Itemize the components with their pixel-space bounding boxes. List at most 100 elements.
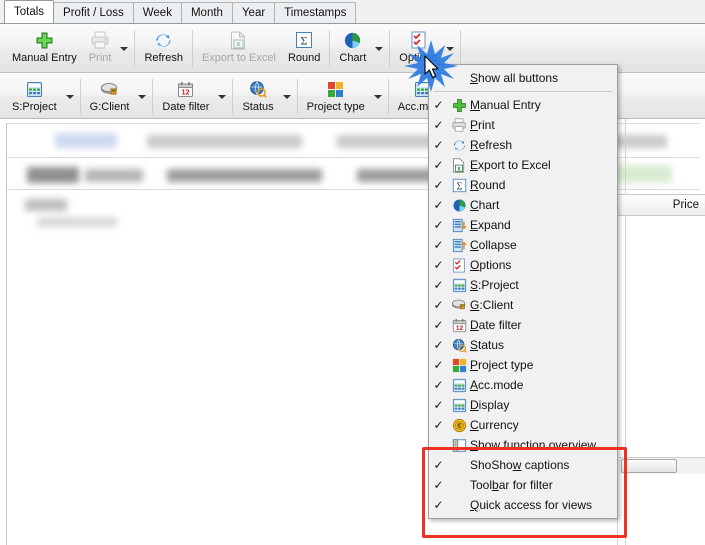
app-window: Totals Profit / Loss Week Month Year Tim… <box>0 0 705 545</box>
menu-item-toolbar-for-filter[interactable]: ✓ Toolbar for filter <box>429 475 617 495</box>
sigma-icon: Σ <box>448 178 470 193</box>
menu-item-label: S:Project <box>470 278 611 292</box>
toolbar-button-label: G:Client <box>90 101 130 113</box>
toolbar-button-s-project[interactable]: S:Project <box>6 75 63 118</box>
menu-check-mark: ✓ <box>429 118 448 132</box>
calendar-icon: 12 <box>448 318 470 333</box>
project-grid-icon <box>26 78 43 100</box>
menu-item-label: Chart <box>470 198 611 212</box>
print-dropdown-chevron-down-icon[interactable] <box>117 26 131 72</box>
toolbar-separator <box>389 30 390 68</box>
toolbar-button-print[interactable]: Print <box>83 26 118 72</box>
menu-item-chart[interactable]: ✓ Chart <box>429 195 617 215</box>
tab-label: Timestamps <box>284 7 346 19</box>
tab-profit-loss[interactable]: Profit / Loss <box>53 2 134 23</box>
tab-year[interactable]: Year <box>232 2 275 23</box>
menu-item-refresh[interactable]: ✓ Refresh <box>429 135 617 155</box>
menu-item-status[interactable]: ✓ Status <box>429 335 617 355</box>
tab-timestamps[interactable]: Timestamps <box>274 2 356 23</box>
menu-item-label: G:Client <box>470 298 611 312</box>
date-filter-dropdown-chevron-down-icon[interactable] <box>215 75 229 118</box>
printer-icon <box>90 29 110 51</box>
menu-item-options[interactable]: ✓ Options <box>429 255 617 275</box>
excel-export-icon: x <box>448 158 470 173</box>
toolbar-separator <box>297 79 298 114</box>
toolbar-button-date-filter[interactable]: 12 Date filter <box>156 75 215 118</box>
project-type-dropdown-chevron-down-icon[interactable] <box>371 75 385 118</box>
menu-item-label: Collapse <box>470 238 611 252</box>
status-dropdown-chevron-down-icon[interactable] <box>280 75 294 118</box>
g-client-dropdown-chevron-down-icon[interactable] <box>135 75 149 118</box>
tab-totals[interactable]: Totals <box>4 0 54 23</box>
menu-check-mark: ✓ <box>429 458 448 472</box>
toolbar-button-label: Round <box>288 52 320 64</box>
menu-check-mark: ✓ <box>429 338 448 352</box>
toolbar-button-manual-entry[interactable]: Manual Entry <box>6 26 83 72</box>
scrollbar-thumb[interactable] <box>621 459 677 473</box>
sigma-icon: Σ <box>295 29 313 51</box>
printer-icon <box>448 118 470 132</box>
menu-item-date-filter[interactable]: ✓ 12 Date filter <box>429 315 617 335</box>
currency-coin-icon: € <box>448 418 470 433</box>
toolbar-button-g-client[interactable]: G:Client <box>84 75 136 118</box>
display-grid-icon <box>448 398 470 413</box>
pie-chart-icon <box>343 29 362 51</box>
menu-item-currency[interactable]: ✓ € Currency <box>429 415 617 435</box>
tab-label: Week <box>143 7 172 19</box>
menu-item-label: Expand <box>470 218 611 232</box>
pie-chart-icon <box>448 198 470 213</box>
toolbar-button-refresh[interactable]: Refresh <box>138 26 189 72</box>
toolbar-button-project-type[interactable]: Project type <box>301 75 371 118</box>
menu-check-mark: ✓ <box>429 138 448 152</box>
toolbar-button-label: Project type <box>307 101 365 113</box>
menu-item-manual-entry[interactable]: ✓ Manual Entry <box>429 95 617 115</box>
menu-item-export-to-excel[interactable]: ✓ x Export to Excel <box>429 155 617 175</box>
toolbar-separator <box>192 30 193 68</box>
menu-item-show-captions[interactable]: ✓ ShoShow captionsShow captions <box>429 455 617 475</box>
menu-item-expand[interactable]: ✓ Expand <box>429 215 617 235</box>
menu-item-g-client[interactable]: ✓ G:Client <box>429 295 617 315</box>
menu-check-mark: ✓ <box>429 478 448 492</box>
menu-item-show-function-overview[interactable]: Show function overview <box>429 435 617 455</box>
menu-item-label: Show all buttons <box>470 71 611 85</box>
s-project-dropdown-chevron-down-icon[interactable] <box>63 75 77 118</box>
toolbar-button-label: Refresh <box>144 52 183 64</box>
tab-week[interactable]: Week <box>133 2 182 23</box>
menu-item-label: ShoShow captionsShow captions <box>470 458 611 472</box>
menu-item-label: Date filter <box>470 318 611 332</box>
menu-item-label: Acc.mode <box>470 378 611 392</box>
menu-item-print[interactable]: ✓ Print <box>429 115 617 135</box>
horizontal-scrollbar[interactable] <box>619 457 705 474</box>
menu-item-label: Export to Excel <box>470 158 611 172</box>
mouse-cursor-icon <box>424 55 441 83</box>
menu-item-label: Manual Entry <box>470 98 611 112</box>
menu-check-mark: ✓ <box>429 158 448 172</box>
menu-check-mark: ✓ <box>429 378 448 392</box>
menu-item-quick-access-for-views[interactable]: ✓ Quick access for views <box>429 495 617 515</box>
chart-dropdown-chevron-down-icon[interactable] <box>372 26 386 72</box>
toolbar-separator <box>152 79 153 114</box>
menu-item-project-type[interactable]: ✓ Project type <box>429 355 617 375</box>
menu-item-s-project[interactable]: ✓ S:Project <box>429 275 617 295</box>
toolbar-button-chart[interactable]: Chart <box>333 26 372 72</box>
tab-label: Profit / Loss <box>63 7 124 19</box>
menu-item-round[interactable]: ✓ Σ Round <box>429 175 617 195</box>
toolbar-button-export-to-excel[interactable]: x Export to Excel <box>196 26 282 72</box>
menu-item-acc-mode[interactable]: ✓ Acc.mode <box>429 375 617 395</box>
tab-month[interactable]: Month <box>181 2 233 23</box>
menu-item-label: Options <box>470 258 611 272</box>
calendar-icon: 12 <box>177 78 194 100</box>
svg-text:€: € <box>457 423 461 430</box>
column-header-price[interactable]: Price <box>613 194 705 216</box>
menu-check-mark: ✓ <box>429 218 448 232</box>
toolbar-button-label: Print <box>89 52 112 64</box>
menu-item-collapse[interactable]: ✓ Collapse <box>429 235 617 255</box>
menu-item-display[interactable]: ✓ Display <box>429 395 617 415</box>
toolbar-button-status[interactable]: Status <box>236 75 279 118</box>
menu-item-label: Round <box>470 178 611 192</box>
svg-text:x: x <box>457 165 461 172</box>
function-overview-icon <box>448 438 470 453</box>
project-grid-icon <box>448 278 470 293</box>
menu-check-mark: ✓ <box>429 198 448 212</box>
toolbar-button-round[interactable]: Σ Round <box>282 26 326 72</box>
